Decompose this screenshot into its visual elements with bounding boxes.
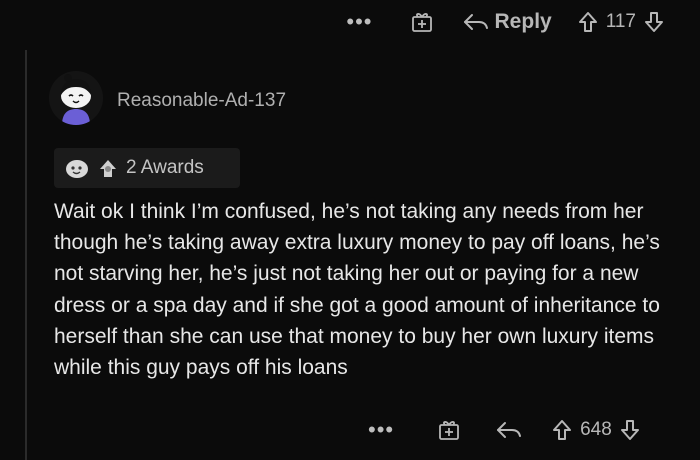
reply-button[interactable] [496, 420, 522, 440]
avatar[interactable] [49, 71, 103, 125]
downvote-icon[interactable] [620, 419, 640, 441]
awards-badge[interactable]: 2 Awards [54, 148, 240, 188]
vote-count: 648 [580, 419, 612, 440]
downvote-icon[interactable] [644, 11, 664, 33]
award-icon [411, 13, 432, 32]
username[interactable]: Reasonable-Ad-137 [117, 90, 286, 112]
vote-count: 117 [605, 11, 636, 32]
bottom-action-bar: ••• 648 [368, 415, 640, 445]
more-options-button[interactable]: ••• [346, 9, 372, 35]
thread-line [25, 50, 27, 460]
upvote-icon[interactable] [552, 419, 572, 441]
helpful-award-icon [100, 160, 116, 177]
top-action-bar: ••• Reply 117 [346, 8, 664, 36]
reply-button[interactable]: Reply [463, 10, 552, 34]
vote-control: 117 [578, 11, 664, 33]
snoo-avatar-icon [49, 71, 103, 125]
more-options-button[interactable]: ••• [368, 417, 394, 443]
reply-icon [463, 14, 488, 30]
awards-count-label: 2 Awards [126, 157, 204, 178]
award-button[interactable] [411, 11, 433, 33]
reply-label: Reply [494, 10, 552, 33]
vote-control: 648 [552, 419, 640, 441]
upvote-icon[interactable] [578, 11, 598, 33]
wholesome-award-icon [66, 160, 88, 178]
reply-icon [497, 422, 522, 438]
award-button[interactable] [438, 419, 460, 441]
award-icon [439, 421, 460, 440]
comment-body: Wait ok I think I’m confused, he’s not t… [54, 200, 660, 380]
